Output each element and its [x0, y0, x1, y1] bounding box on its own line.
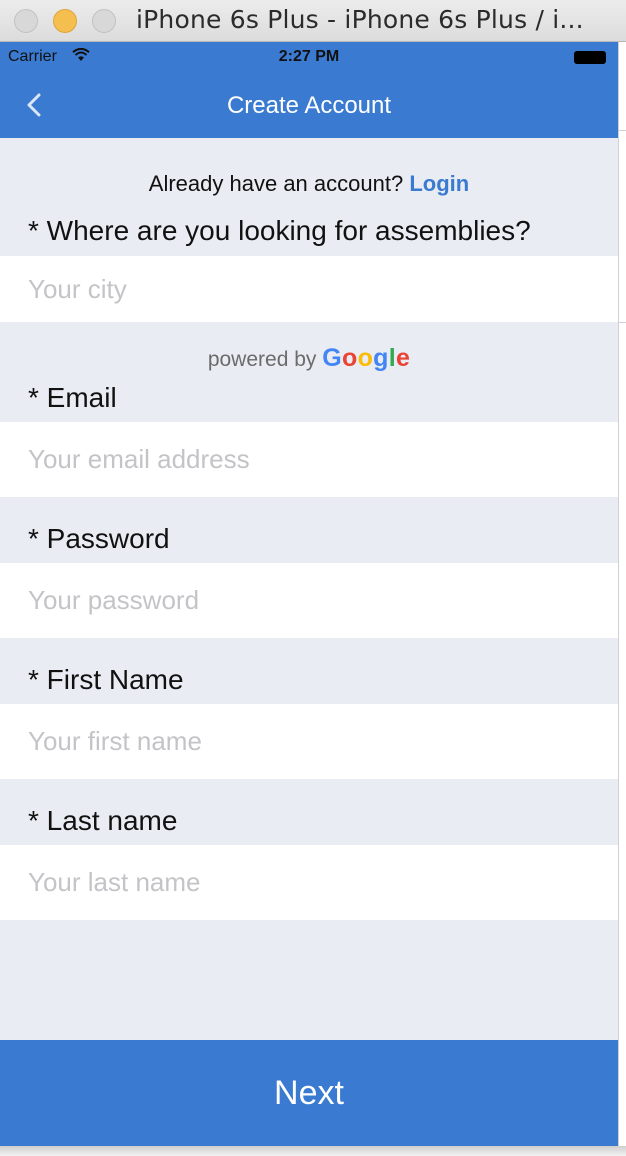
powered-by-text: powered by — [207, 348, 317, 371]
close-window-icon[interactable] — [14, 9, 38, 33]
page-title: Create Account — [226, 92, 392, 119]
google-logo: Google — [322, 344, 411, 372]
window-bottom-edge — [0, 1146, 626, 1156]
powered-by-google: powered by Google — [0, 344, 618, 373]
background-window-edge — [618, 42, 626, 1156]
window-title: iPhone 6s Plus - iPhone 6s Plus / i... — [136, 5, 584, 34]
simulator-titlebar: iPhone 6s Plus - iPhone 6s Plus / i... — [0, 0, 626, 42]
phone-screen: Carrier 2:27 PM Create Account Already h… — [0, 42, 618, 1146]
email-label: * Email — [28, 382, 117, 413]
login-prompt: Already have an account? Login — [0, 171, 618, 197]
navigation-bar: Create Account — [0, 72, 618, 138]
next-button[interactable]: Next — [0, 1040, 618, 1146]
battery-icon — [574, 51, 606, 64]
login-prompt-text: Already have an account? — [148, 171, 404, 196]
city-input[interactable] — [0, 256, 618, 322]
minimize-window-icon[interactable] — [53, 9, 77, 33]
city-label: * Where are you looking for assemblies? — [28, 215, 531, 246]
login-link[interactable]: Login — [409, 171, 469, 196]
status-bar: Carrier 2:27 PM — [0, 42, 618, 72]
zoom-window-icon[interactable] — [92, 9, 116, 33]
email-field[interactable] — [0, 422, 618, 497]
last-name-label: * Last name — [28, 805, 178, 836]
password-field[interactable] — [0, 563, 618, 638]
password-label: * Password — [28, 523, 170, 554]
status-time: 2:27 PM — [278, 48, 340, 65]
first-name-label: * First Name — [28, 664, 184, 695]
first-name-field[interactable] — [0, 704, 618, 779]
last-name-field[interactable] — [0, 845, 618, 920]
